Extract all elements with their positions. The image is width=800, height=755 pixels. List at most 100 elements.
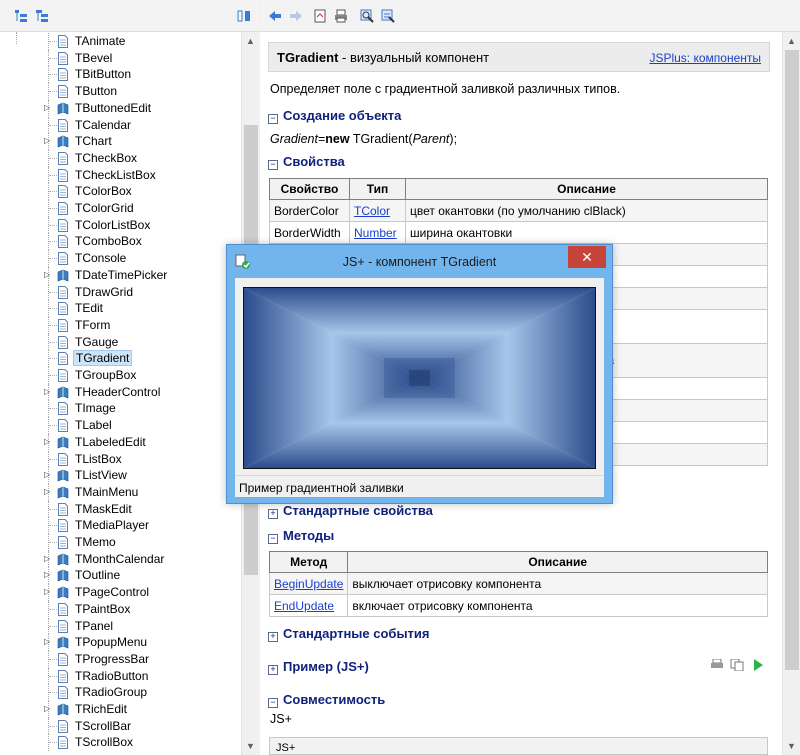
expand-all-icon[interactable] (14, 9, 28, 23)
collapse-icon[interactable]: − (268, 114, 278, 124)
expand-arrow-icon[interactable]: ▷ (44, 437, 50, 446)
expand-icon[interactable]: + (268, 632, 278, 642)
tree-item[interactable]: TScrollBox (0, 734, 241, 752)
expand-icon[interactable]: + (268, 509, 278, 519)
tree-item[interactable]: ▷ TRichEdit (0, 701, 241, 718)
section-example[interactable]: + Пример (JS+) (268, 659, 369, 675)
page-icon (58, 185, 68, 199)
tree-item[interactable]: TDrawGrid (0, 283, 241, 301)
forward-arrow-icon[interactable] (289, 9, 303, 23)
column-header: Метод (268, 551, 349, 573)
method-name[interactable]: BeginUpdate (268, 572, 349, 595)
tree-item[interactable]: TBitButton (0, 66, 241, 84)
tree-item[interactable]: ▷ TChart (0, 133, 241, 150)
tree-item[interactable]: ▷ TMainMenu (0, 483, 241, 501)
scroll-up-arrow-icon[interactable]: ▲ (787, 36, 796, 46)
sync-toc-icon[interactable] (237, 9, 251, 23)
tree-item[interactable]: TColorListBox (0, 216, 241, 234)
expand-arrow-icon[interactable]: ▷ (44, 571, 50, 579)
expand-arrow-icon[interactable]: ▷ (44, 705, 50, 713)
scroll-down-arrow-icon[interactable]: ▼ (787, 741, 796, 751)
property-type[interactable]: Number (349, 221, 406, 244)
tree-item[interactable]: TForm (0, 316, 241, 334)
expand-arrow-icon[interactable]: ▷ (44, 588, 50, 596)
tree-item[interactable]: TGauge (0, 333, 241, 351)
tree-item[interactable]: TScrollBar (0, 717, 241, 735)
tree-item-label: TPopupMenu (75, 635, 148, 650)
expand-arrow-icon[interactable]: ▷ (44, 554, 50, 563)
tree-item[interactable]: ▷ TPopupMenu (0, 634, 241, 651)
property-type[interactable]: TColor (349, 199, 406, 222)
print-icon[interactable] (334, 9, 348, 23)
tree-item[interactable]: TLabel (0, 417, 241, 434)
section-properties[interactable]: − Свойства (268, 154, 345, 170)
page-icon (58, 669, 68, 683)
content-scrollbar[interactable]: ▲ ▼ (782, 32, 800, 755)
tree-item[interactable]: TListBox (0, 450, 241, 468)
tree-item[interactable]: TRadioGroup (0, 684, 241, 701)
tree-item[interactable]: TConsole (0, 250, 241, 267)
expand-arrow-icon[interactable]: ▷ (44, 471, 50, 479)
tree-item[interactable]: ▷ TMonthCalendar (0, 550, 241, 568)
section-methods[interactable]: − Методы (268, 528, 334, 544)
tree-item[interactable]: TEdit (0, 300, 241, 317)
tree-item[interactable]: TColorGrid (0, 200, 241, 217)
tree-item[interactable]: TMediaPlayer (0, 517, 241, 534)
tree-item[interactable]: TProgressBar (0, 650, 241, 668)
tree-item[interactable]: TRadioButton (0, 667, 241, 685)
section-standard-events[interactable]: + Стандартные события (268, 626, 430, 642)
tree-item[interactable]: TMemo (0, 534, 241, 551)
tree-item[interactable]: TPaintBox (0, 600, 241, 618)
expand-icon[interactable]: + (268, 665, 278, 675)
print-example-icon[interactable] (710, 659, 724, 671)
search-icon[interactable] (360, 9, 374, 23)
tree-item[interactable]: ▷ TLabeledEdit (0, 433, 241, 451)
tree-item[interactable]: TButton (0, 83, 241, 100)
tree-item[interactable]: ▷ TDateTimePicker (0, 266, 241, 284)
content-scroll-thumb[interactable] (785, 50, 799, 670)
components-link[interactable]: JSPlus: компоненты (649, 51, 761, 65)
tree-item[interactable]: ▷ THeaderControl (0, 383, 241, 401)
tree-item[interactable]: TCheckBox (0, 149, 241, 167)
tree-item[interactable]: ▷ TButtonedEdit (0, 99, 241, 117)
tree-item-label: TDrawGrid (75, 284, 134, 299)
scroll-up-arrow-icon[interactable]: ▲ (246, 36, 255, 46)
tree-item[interactable]: TImage (0, 400, 241, 418)
collapse-icon[interactable]: − (268, 160, 278, 170)
tree-item[interactable]: ▷ TOutline (0, 567, 241, 585)
expand-arrow-icon[interactable]: ▷ (44, 387, 50, 396)
tree-item[interactable]: TGradient (0, 350, 241, 367)
status-text: Пример градиентной заливки (239, 481, 404, 495)
scroll-down-arrow-icon[interactable]: ▼ (246, 741, 255, 751)
tree-item[interactable]: TBevel (0, 49, 241, 67)
expand-arrow-icon[interactable]: ▷ (44, 137, 50, 145)
section-create[interactable]: − Создание объекта (268, 108, 401, 124)
method-name[interactable]: EndUpdate (268, 594, 349, 617)
section-standard-properties[interactable]: + Стандартные свойства (268, 503, 433, 519)
tree-item[interactable]: TColorBox (0, 183, 241, 200)
expand-arrow-icon[interactable]: ▷ (44, 638, 50, 646)
tree-item[interactable]: TMaskEdit (0, 500, 241, 518)
tree-item[interactable]: ▷ TListView (0, 467, 241, 484)
run-example-icon[interactable] (752, 659, 764, 671)
home-page-icon[interactable] (313, 9, 327, 23)
collapse-icon[interactable]: − (268, 534, 278, 544)
copy-example-icon[interactable] (730, 659, 744, 671)
tree-item[interactable]: TCheckListBox (0, 166, 241, 184)
tree-item[interactable]: TCalendar (0, 116, 241, 134)
collapse-all-icon[interactable] (35, 9, 49, 23)
expand-arrow-icon[interactable]: ▷ (44, 487, 50, 496)
find-in-page-icon[interactable] (381, 9, 395, 23)
collapse-icon[interactable]: − (268, 698, 278, 708)
section-compatibility[interactable]: − Совместимость (268, 692, 385, 708)
expand-arrow-icon[interactable]: ▷ (44, 103, 50, 112)
tree-item[interactable]: TGroupBox (0, 367, 241, 384)
tree-item[interactable]: ▷ TPageControl (0, 584, 241, 601)
tree-item[interactable]: TPanel (0, 617, 241, 635)
close-button[interactable]: ✕ (568, 246, 606, 268)
tree-item[interactable]: TComboBox (0, 233, 241, 251)
window-title-bar[interactable]: JS+ - компонент TGradient ✕ (227, 245, 612, 278)
back-arrow-icon[interactable] (268, 9, 282, 23)
tree-item[interactable]: TAnimate (0, 33, 241, 50)
expand-arrow-icon[interactable]: ▷ (44, 270, 50, 279)
